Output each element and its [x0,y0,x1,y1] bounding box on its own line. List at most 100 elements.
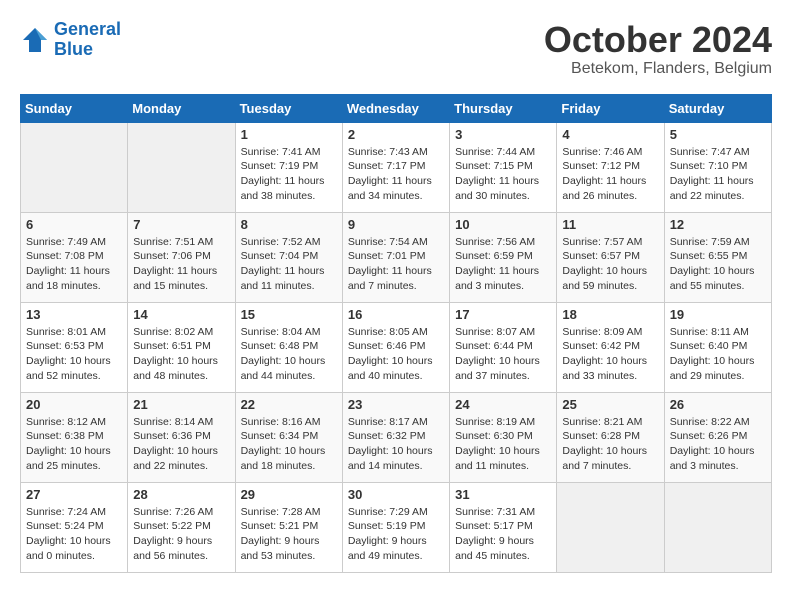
day-info: Sunrise: 7:31 AM Sunset: 5:17 PM Dayligh… [455,505,551,564]
day-info: Sunrise: 8:04 AM Sunset: 6:48 PM Dayligh… [241,325,337,384]
calendar-cell: 21 Sunrise: 8:14 AM Sunset: 6:36 PM Dayli… [128,392,235,482]
calendar-week-5: 27Sunrise: 7:24 AM Sunset: 5:24 PM Dayli… [21,482,772,572]
day-number: 9 [348,217,444,232]
day-number: 1 [241,127,337,142]
day-number: 26 [670,397,766,412]
day-number: 22 [241,397,337,412]
calendar-cell: 11Sunrise: 7:57 AM Sunset: 6:57 PM Dayli… [557,212,664,302]
calendar-cell: 5 Sunrise: 7:47 AM Sunset: 7:10 PM Daylig… [664,122,771,212]
calendar-cell: 22 Sunrise: 8:16 AM Sunset: 6:34 PM Dayli… [235,392,342,482]
page-header: General Blue October 2024 Betekom, Fland… [20,20,772,78]
calendar-cell: 1 Sunrise: 7:41 AM Sunset: 7:19 PM Daylig… [235,122,342,212]
day-number: 6 [26,217,122,232]
logo-icon [20,25,50,55]
calendar-table: SundayMondayTuesdayWednesdayThursdayFrid… [20,94,772,573]
logo-line1: General [54,19,121,39]
calendar-cell: 6Sunrise: 7:49 AM Sunset: 7:08 PM Daylig… [21,212,128,302]
calendar-cell: 13 Sunrise: 8:01 AM Sunset: 6:53 PM Dayli… [21,302,128,392]
day-number: 29 [241,487,337,502]
calendar-cell: 20 Sunrise: 8:12 AM Sunset: 6:38 PM Dayli… [21,392,128,482]
day-header-monday: Monday [128,94,235,122]
calendar-cell: 2 Sunrise: 7:43 AM Sunset: 7:17 PM Daylig… [342,122,449,212]
calendar-cell: 17Sunrise: 8:07 AM Sunset: 6:44 PM Dayli… [450,302,557,392]
day-info: Sunrise: 7:56 AM Sunset: 6:59 PM Dayligh… [455,235,551,294]
day-info: Sunrise: 7:26 AM Sunset: 5:22 PM Dayligh… [133,505,229,564]
day-info: Sunrise: 7:47 AM Sunset: 7:10 PM Dayligh… [670,145,766,204]
day-number: 19 [670,307,766,322]
day-info: Sunrise: 7:28 AM Sunset: 5:21 PM Dayligh… [241,505,337,564]
day-info: Sunrise: 7:52 AM Sunset: 7:04 PM Dayligh… [241,235,337,294]
day-info: Sunrise: 8:01 AM Sunset: 6:53 PM Dayligh… [26,325,122,384]
day-number: 12 [670,217,766,232]
day-number: 30 [348,487,444,502]
calendar-cell: 28 Sunrise: 7:26 AM Sunset: 5:22 PM Dayli… [128,482,235,572]
calendar-cell: 14 Sunrise: 8:02 AM Sunset: 6:51 PM Dayli… [128,302,235,392]
calendar-week-1: 1 Sunrise: 7:41 AM Sunset: 7:19 PM Daylig… [21,122,772,212]
calendar-cell [664,482,771,572]
day-info: Sunrise: 8:19 AM Sunset: 6:30 PM Dayligh… [455,415,551,474]
day-header-saturday: Saturday [664,94,771,122]
day-info: Sunrise: 8:12 AM Sunset: 6:38 PM Dayligh… [26,415,122,474]
day-number: 16 [348,307,444,322]
calendar-cell: 31 Sunrise: 7:31 AM Sunset: 5:17 PM Dayli… [450,482,557,572]
day-info: Sunrise: 8:11 AM Sunset: 6:40 PM Dayligh… [670,325,766,384]
day-info: Sunrise: 8:05 AM Sunset: 6:46 PM Dayligh… [348,325,444,384]
day-number: 13 [26,307,122,322]
day-header-sunday: Sunday [21,94,128,122]
day-number: 28 [133,487,229,502]
calendar-cell [21,122,128,212]
calendar-cell [557,482,664,572]
day-number: 5 [670,127,766,142]
calendar-cell: 30 Sunrise: 7:29 AM Sunset: 5:19 PM Dayli… [342,482,449,572]
calendar-week-4: 20 Sunrise: 8:12 AM Sunset: 6:38 PM Dayli… [21,392,772,482]
logo: General Blue [20,20,121,60]
calendar-cell: 24 Sunrise: 8:19 AM Sunset: 6:30 PM Dayli… [450,392,557,482]
calendar-cell: 9 Sunrise: 7:54 AM Sunset: 7:01 PM Daylig… [342,212,449,302]
calendar-cell: 7Sunrise: 7:51 AM Sunset: 7:06 PM Daylig… [128,212,235,302]
day-info: Sunrise: 7:43 AM Sunset: 7:17 PM Dayligh… [348,145,444,204]
calendar-cell: 10Sunrise: 7:56 AM Sunset: 6:59 PM Dayli… [450,212,557,302]
month-title: October 2024 [544,20,772,60]
day-number: 15 [241,307,337,322]
day-info: Sunrise: 7:24 AM Sunset: 5:24 PM Dayligh… [26,505,122,564]
day-info: Sunrise: 8:02 AM Sunset: 6:51 PM Dayligh… [133,325,229,384]
calendar-cell: 15 Sunrise: 8:04 AM Sunset: 6:48 PM Dayli… [235,302,342,392]
day-number: 7 [133,217,229,232]
day-info: Sunrise: 8:09 AM Sunset: 6:42 PM Dayligh… [562,325,658,384]
day-info: Sunrise: 7:57 AM Sunset: 6:57 PM Dayligh… [562,235,658,294]
day-info: Sunrise: 8:16 AM Sunset: 6:34 PM Dayligh… [241,415,337,474]
calendar-week-3: 13 Sunrise: 8:01 AM Sunset: 6:53 PM Dayli… [21,302,772,392]
day-info: Sunrise: 8:22 AM Sunset: 6:26 PM Dayligh… [670,415,766,474]
day-number: 23 [348,397,444,412]
day-number: 4 [562,127,658,142]
day-number: 18 [562,307,658,322]
calendar-cell: 29 Sunrise: 7:28 AM Sunset: 5:21 PM Dayli… [235,482,342,572]
calendar-cell: 4 Sunrise: 7:46 AM Sunset: 7:12 PM Daylig… [557,122,664,212]
calendar-cell: 23 Sunrise: 8:17 AM Sunset: 6:32 PM Dayli… [342,392,449,482]
day-number: 3 [455,127,551,142]
day-number: 8 [241,217,337,232]
calendar-cell: 16 Sunrise: 8:05 AM Sunset: 6:46 PM Dayli… [342,302,449,392]
calendar-cell [128,122,235,212]
day-number: 21 [133,397,229,412]
day-number: 31 [455,487,551,502]
day-info: Sunrise: 8:17 AM Sunset: 6:32 PM Dayligh… [348,415,444,474]
day-info: Sunrise: 7:29 AM Sunset: 5:19 PM Dayligh… [348,505,444,564]
title-block: October 2024 Betekom, Flanders, Belgium [544,20,772,78]
day-number: 2 [348,127,444,142]
calendar-cell: 25 Sunrise: 8:21 AM Sunset: 6:28 PM Dayli… [557,392,664,482]
day-number: 24 [455,397,551,412]
calendar-cell: 3Sunrise: 7:44 AM Sunset: 7:15 PM Daylig… [450,122,557,212]
day-number: 14 [133,307,229,322]
day-info: Sunrise: 7:54 AM Sunset: 7:01 PM Dayligh… [348,235,444,294]
day-number: 20 [26,397,122,412]
location-subtitle: Betekom, Flanders, Belgium [544,60,772,78]
day-number: 25 [562,397,658,412]
day-info: Sunrise: 8:14 AM Sunset: 6:36 PM Dayligh… [133,415,229,474]
day-info: Sunrise: 7:46 AM Sunset: 7:12 PM Dayligh… [562,145,658,204]
day-info: Sunrise: 7:41 AM Sunset: 7:19 PM Dayligh… [241,145,337,204]
day-info: Sunrise: 8:21 AM Sunset: 6:28 PM Dayligh… [562,415,658,474]
day-info: Sunrise: 7:59 AM Sunset: 6:55 PM Dayligh… [670,235,766,294]
logo-text: General Blue [54,20,121,60]
calendar-week-2: 6Sunrise: 7:49 AM Sunset: 7:08 PM Daylig… [21,212,772,302]
